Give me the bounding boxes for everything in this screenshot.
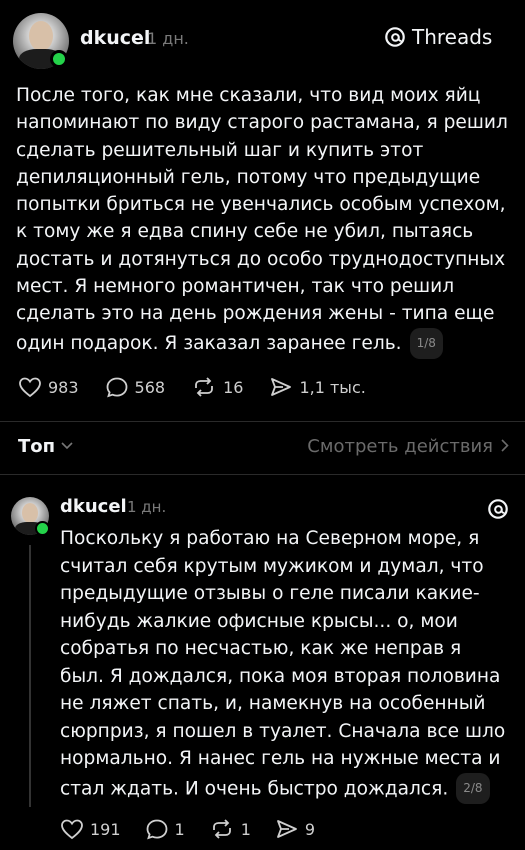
comment-icon bbox=[106, 377, 127, 398]
sort-dropdown[interactable]: Топ bbox=[18, 436, 73, 457]
reply-comment-button[interactable]: 1 bbox=[145, 818, 185, 840]
send-icon bbox=[277, 820, 297, 838]
threads-brand-label: Threads bbox=[412, 25, 493, 49]
threads-icon bbox=[385, 27, 405, 47]
reply-actions: 191 1 1 9 bbox=[60, 818, 341, 840]
divider-top bbox=[0, 421, 525, 422]
reply-page-badge: 2/8 bbox=[456, 772, 490, 804]
divider-bottom bbox=[0, 474, 525, 475]
comment-count: 568 bbox=[134, 377, 166, 397]
repost-icon bbox=[195, 377, 213, 397]
view-activity-link[interactable]: Смотреть действия bbox=[307, 436, 509, 457]
share-count: 1,1 тыс. bbox=[299, 377, 366, 397]
threads-icon bbox=[488, 499, 508, 519]
reply-share-count: 9 bbox=[304, 819, 316, 839]
like-button[interactable]: 983 bbox=[18, 376, 79, 398]
post-time: 1 дн. bbox=[147, 29, 189, 48]
share-button[interactable]: 1,1 тыс. bbox=[269, 376, 366, 398]
chevron-down-icon bbox=[61, 439, 73, 454]
reply-time: 1 дн. bbox=[127, 498, 167, 516]
reply-text: Поскольку я работаю на Северном море, я … bbox=[60, 525, 510, 804]
reply-repost-count: 1 bbox=[240, 819, 251, 839]
comment-icon bbox=[146, 819, 167, 840]
like-count: 983 bbox=[48, 377, 79, 397]
page-badge: 1/8 bbox=[409, 327, 443, 359]
heart-icon bbox=[19, 377, 41, 398]
thread-line bbox=[29, 545, 31, 807]
sort-label: Топ bbox=[18, 436, 56, 457]
reply-username[interactable]: dkucel bbox=[60, 496, 127, 517]
post-actions: 983 568 16 1,1 тыс. bbox=[18, 376, 392, 398]
post-username[interactable]: dkucel bbox=[80, 27, 150, 49]
reply-comment-count: 1 bbox=[174, 819, 185, 839]
reply-body: Поскольку я работаю на Северном море, я … bbox=[60, 528, 506, 799]
reply-like-count: 191 bbox=[90, 819, 121, 839]
online-indicator bbox=[50, 50, 68, 68]
reply-share-button[interactable]: 9 bbox=[275, 818, 315, 840]
reply-like-button[interactable]: 191 bbox=[60, 818, 121, 840]
view-activity-label: Смотреть действия bbox=[307, 436, 493, 457]
chevron-right-icon bbox=[501, 437, 509, 456]
send-icon bbox=[271, 378, 292, 396]
threads-logo[interactable]: Threads bbox=[384, 25, 492, 49]
post-body: После того, как мне сказали, что вид мои… bbox=[16, 85, 508, 354]
repost-count: 16 bbox=[223, 377, 244, 397]
reply-online-indicator bbox=[35, 521, 50, 536]
repost-button[interactable]: 16 bbox=[191, 376, 243, 398]
reply-threads-icon[interactable] bbox=[487, 498, 509, 524]
repost-icon bbox=[212, 819, 231, 839]
heart-icon bbox=[61, 819, 83, 840]
reply-repost-button[interactable]: 1 bbox=[209, 818, 251, 840]
comment-button[interactable]: 568 bbox=[105, 376, 166, 398]
post-text: После того, как мне сказали, что вид мои… bbox=[16, 82, 508, 359]
